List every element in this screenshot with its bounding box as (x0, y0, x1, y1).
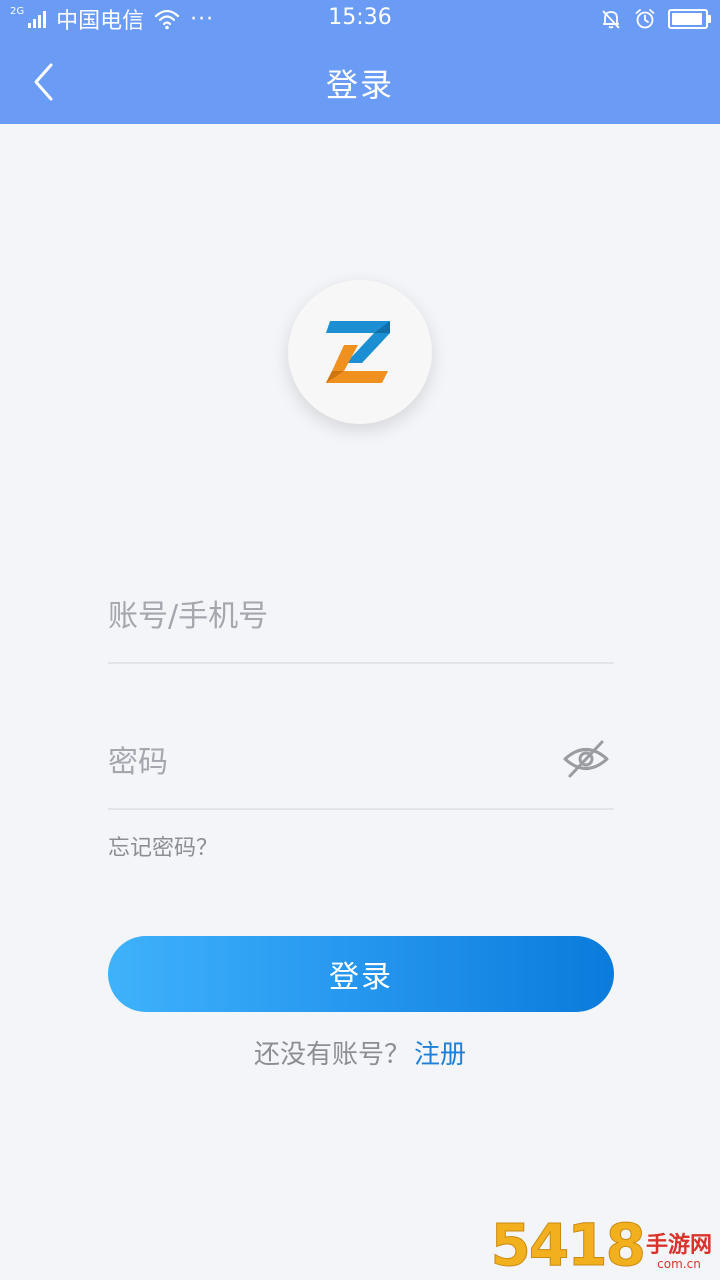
status-bar: 2G 中国电信 ··· 15:36 (0, 0, 720, 38)
nav-bar: 登录 (0, 38, 720, 124)
watermark-right: 手游网 com.cn (645, 1232, 712, 1271)
forgot-password-link[interactable]: 忘记密码？ (108, 830, 218, 862)
z-logo-icon (324, 319, 396, 385)
no-account-text: 还没有账号？ (253, 1040, 410, 1070)
password-input[interactable] (108, 718, 548, 806)
page-title: 登录 (325, 66, 394, 104)
header: 2G 中国电信 ··· 15:36 登录 (0, 0, 720, 124)
watermark-domain: com.cn (657, 1257, 701, 1271)
battery-level (672, 13, 703, 25)
account-input[interactable] (108, 572, 548, 660)
eye-off-icon (562, 738, 610, 780)
password-field (108, 718, 614, 810)
account-field (108, 572, 614, 664)
battery-icon (668, 9, 711, 29)
alarm-icon (634, 8, 656, 30)
register-link[interactable]: 注册 (414, 1040, 466, 1070)
watermark: 5418 手游网 com.cn (490, 1211, 712, 1279)
watermark-text: 手游网 (645, 1232, 712, 1258)
status-right (600, 6, 711, 32)
password-visibility-toggle[interactable] (560, 736, 612, 782)
login-screen: 2G 中国电信 ··· 15:36 登录 账号/手机号 忘记密码？ 登录 还没有… (0, 0, 720, 1280)
watermark-digits: 5418 (490, 1211, 646, 1279)
app-logo (288, 280, 432, 424)
bell-off-icon (600, 8, 622, 30)
login-button[interactable]: 登录 (108, 936, 614, 1012)
register-prompt: 还没有账号？ 注册 (0, 1034, 720, 1071)
